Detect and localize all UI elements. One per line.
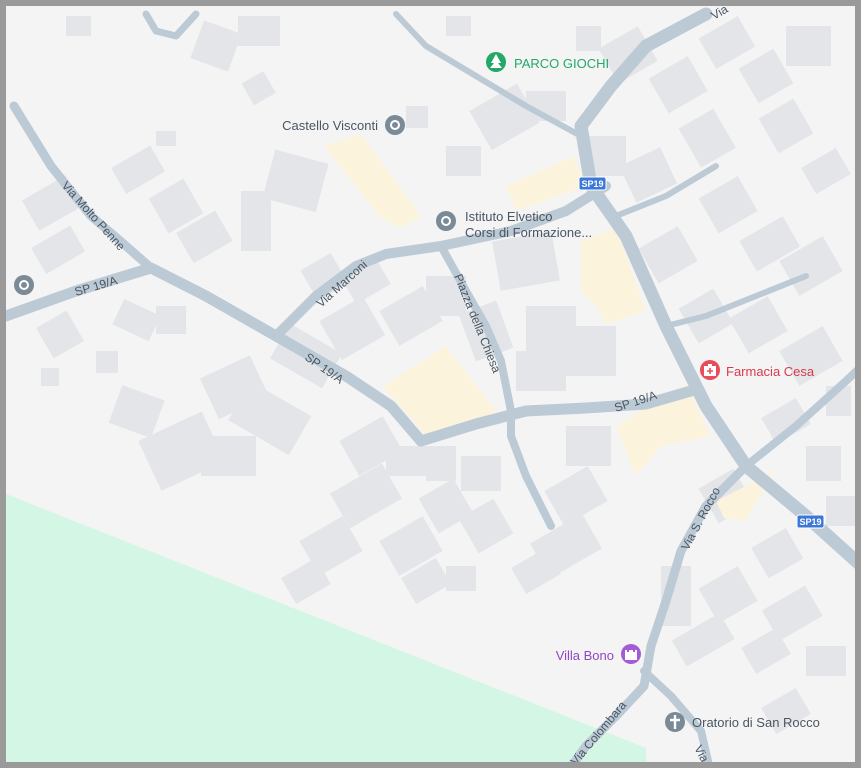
map-viewport[interactable]: Via Molto Penne SP 19/A Via Marconi Piaz… bbox=[0, 0, 861, 768]
castle-icon bbox=[625, 650, 637, 660]
poi-left-edge-marker[interactable] bbox=[14, 275, 34, 295]
route-shield-sp19-south: SP19 bbox=[796, 514, 825, 529]
route-shield-sp19-north: SP19 bbox=[578, 176, 607, 191]
map-canvas[interactable]: Via Molto Penne SP 19/A Via Marconi Piaz… bbox=[6, 6, 861, 768]
svg-text:Oratorio di San Rocco: Oratorio di San Rocco bbox=[692, 715, 820, 730]
poi-castello-visconti[interactable]: Castello Visconti bbox=[282, 115, 405, 135]
road-label-via-top: Via bbox=[709, 6, 731, 23]
road-label-sp19a-west: SP 19/A bbox=[73, 273, 119, 299]
svg-text:SP19: SP19 bbox=[581, 179, 603, 189]
svg-text:Farmacia Cesa: Farmacia Cesa bbox=[726, 364, 815, 379]
svg-text:Castello Visconti: Castello Visconti bbox=[282, 118, 378, 133]
svg-text:PARCO GIOCHI: PARCO GIOCHI bbox=[514, 56, 609, 71]
svg-text:SP19: SP19 bbox=[799, 517, 821, 527]
poi-parco-giochi[interactable]: PARCO GIOCHI bbox=[486, 52, 609, 72]
svg-text:Corsi di Formazione...: Corsi di Formazione... bbox=[465, 225, 592, 240]
svg-text:Villa Bono: Villa Bono bbox=[556, 648, 614, 663]
svg-text:Istituto Elvetico: Istituto Elvetico bbox=[465, 209, 552, 224]
poi-villa-bono[interactable]: Villa Bono bbox=[556, 644, 641, 664]
